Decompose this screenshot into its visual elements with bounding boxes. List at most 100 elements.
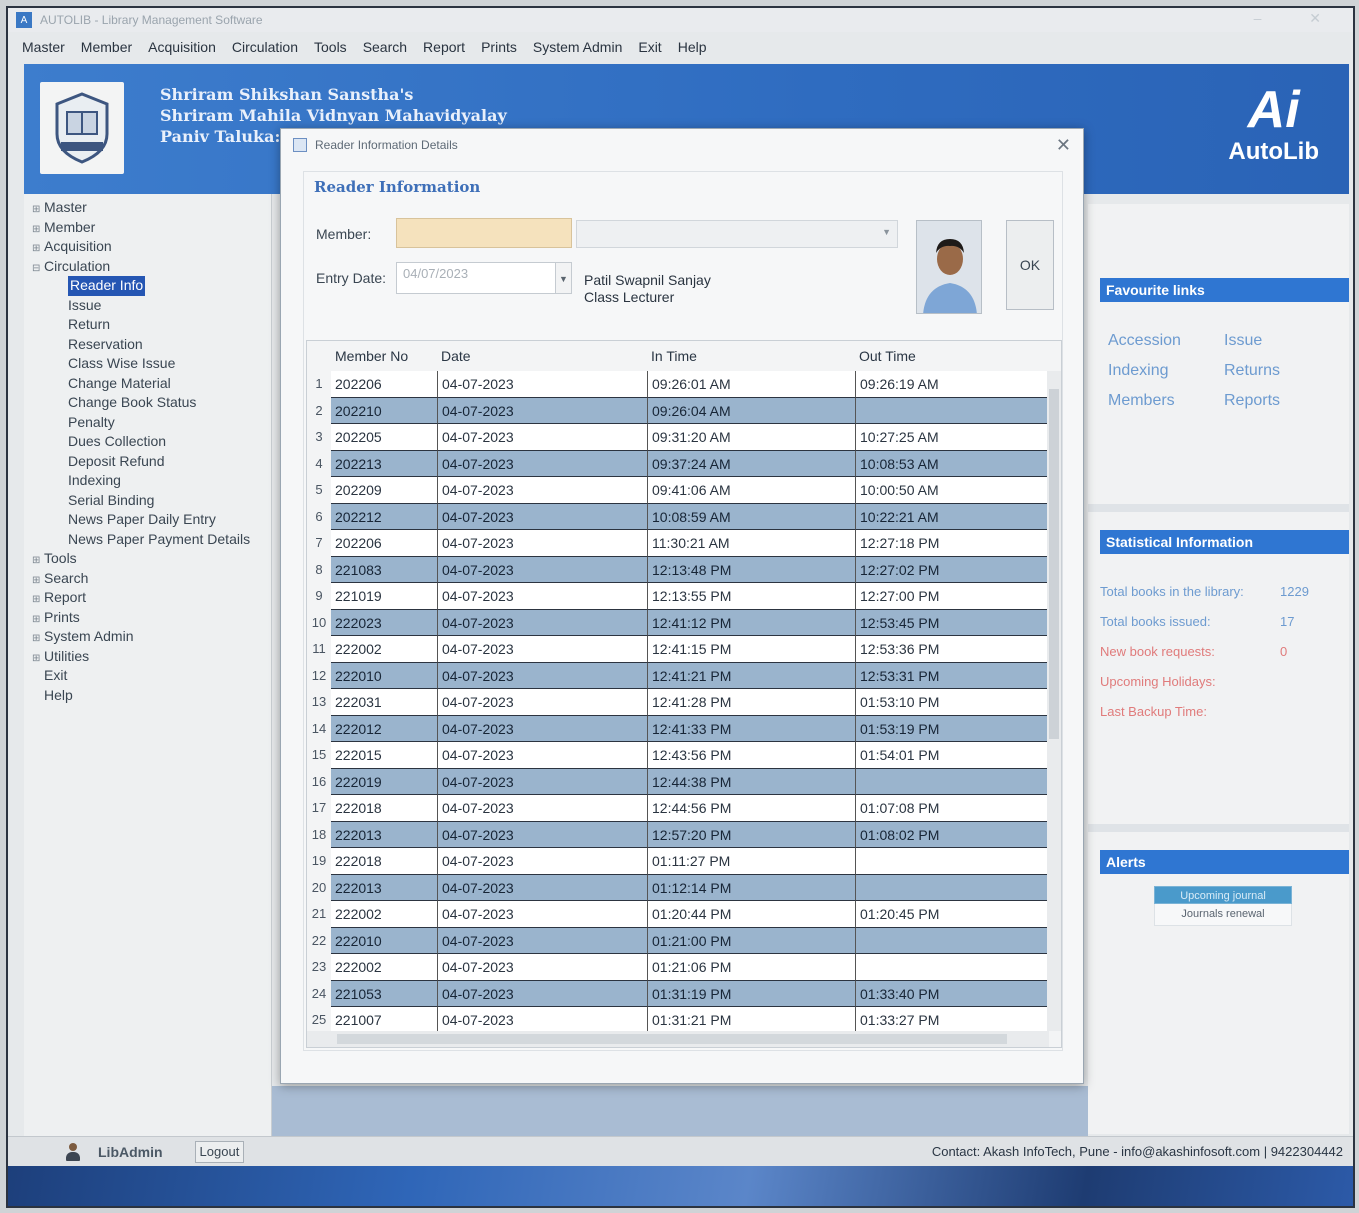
- sidebar-item-news-paper-daily-entry[interactable]: News Paper Daily Entry: [32, 510, 271, 530]
- menu-help[interactable]: Help: [678, 39, 707, 55]
- expand-icon[interactable]: ⊞: [32, 239, 44, 259]
- entry-date-field[interactable]: 04/07/2023: [396, 262, 556, 294]
- menu-report[interactable]: Report: [423, 39, 465, 55]
- table-row[interactable]: 22 222010 04-07-2023 01:21:00 PM: [307, 927, 1047, 954]
- sidebar-item-system-admin[interactable]: ⊞ System Admin: [32, 627, 271, 647]
- table-row[interactable]: 5 202209 04-07-2023 09:41:06 AM 10:00:50 AM: [307, 477, 1047, 504]
- sidebar-item-acquisition[interactable]: ⊞ Acquisition: [32, 237, 271, 257]
- menu-exit[interactable]: Exit: [638, 39, 661, 55]
- table-row[interactable]: 1 202206 04-07-2023 09:26:01 AM 09:26:19 AM: [307, 371, 1047, 398]
- window-controls[interactable]: – ✕: [1254, 10, 1343, 27]
- table-row[interactable]: 20 222013 04-07-2023 01:12:14 PM: [307, 874, 1047, 901]
- table-row[interactable]: 24 221053 04-07-2023 01:31:19 PM 01:33:40 PM: [307, 980, 1047, 1007]
- sidebar-item-member[interactable]: ⊞ Member: [32, 218, 271, 238]
- sidebar-item-label: Prints: [44, 608, 80, 625]
- table-row[interactable]: 15 222015 04-07-2023 12:43:56 PM 01:54:01 PM: [307, 742, 1047, 769]
- horizontal-scrollbar[interactable]: [307, 1031, 1049, 1047]
- table-row[interactable]: 7 202206 04-07-2023 11:30:21 AM 12:27:18 PM: [307, 530, 1047, 557]
- sidebar-item-dues-collection[interactable]: Dues Collection: [32, 432, 271, 452]
- column-header-in-time[interactable]: In Time: [647, 348, 855, 364]
- sidebar-item-class-wise-issue[interactable]: Class Wise Issue: [32, 354, 271, 374]
- column-header-out-time[interactable]: Out Time: [855, 348, 1047, 364]
- expand-icon[interactable]: ⊞: [32, 590, 44, 610]
- table-row[interactable]: 2 202210 04-07-2023 09:26:04 AM: [307, 397, 1047, 424]
- table-row[interactable]: 8 221083 04-07-2023 12:13:48 PM 12:27:02 PM: [307, 556, 1047, 583]
- table-row[interactable]: 4 202213 04-07-2023 09:37:24 AM 10:08:53 AM: [307, 450, 1047, 477]
- sidebar-item-change-book-status[interactable]: Change Book Status: [32, 393, 271, 413]
- table-row[interactable]: 23 222002 04-07-2023 01:21:06 PM: [307, 954, 1047, 981]
- table-row[interactable]: 19 222018 04-07-2023 01:11:27 PM: [307, 848, 1047, 875]
- favourite-link-indexing[interactable]: Indexing: [1108, 362, 1224, 380]
- table-row[interactable]: 25 221007 04-07-2023 01:31:21 PM 01:33:27 PM: [307, 1007, 1047, 1034]
- menu-circulation[interactable]: Circulation: [232, 39, 298, 55]
- sidebar-item-utilities[interactable]: ⊞ Utilities: [32, 647, 271, 667]
- sidebar-item-issue[interactable]: Issue: [32, 296, 271, 316]
- menu-prints[interactable]: Prints: [481, 39, 517, 55]
- table-row[interactable]: 9 221019 04-07-2023 12:13:55 PM 12:27:00 PM: [307, 583, 1047, 610]
- menu-search[interactable]: Search: [363, 39, 407, 55]
- calendar-dropdown-icon[interactable]: ▼: [556, 262, 572, 294]
- table-row[interactable]: 11 222002 04-07-2023 12:41:15 PM 12:53:36 PM: [307, 636, 1047, 663]
- table-row[interactable]: 13 222031 04-07-2023 12:41:28 PM 01:53:10 PM: [307, 689, 1047, 716]
- member-no-cell: 222012: [331, 715, 437, 742]
- expand-icon[interactable]: ⊞: [32, 200, 44, 220]
- menu-acquisition[interactable]: Acquisition: [148, 39, 216, 55]
- sidebar-item-indexing[interactable]: Indexing: [32, 471, 271, 491]
- sidebar-item-tools[interactable]: ⊞ Tools: [32, 549, 271, 569]
- sidebar-item-return[interactable]: Return: [32, 315, 271, 335]
- sidebar-item-report[interactable]: ⊞ Report: [32, 588, 271, 608]
- sidebar-item-prints[interactable]: ⊞ Prints: [32, 608, 271, 628]
- column-header-member-no[interactable]: Member No: [331, 348, 437, 364]
- sidebar-item-master[interactable]: ⊞ Master: [32, 198, 271, 218]
- sidebar-item-change-material[interactable]: Change Material: [32, 374, 271, 394]
- navigation-tree: ⊞ Master ⊞ Member ⊞ Acquisition ⊟ Circulation Re…: [24, 194, 271, 705]
- favourite-link-reports[interactable]: Reports: [1224, 392, 1324, 410]
- in-time-cell: 01:31:19 PM: [647, 980, 855, 1007]
- sidebar-item-reader-info[interactable]: Reader Info: [32, 276, 271, 296]
- column-header-date[interactable]: Date: [437, 348, 647, 364]
- member-no-cell: 221007: [331, 1007, 437, 1034]
- expand-icon[interactable]: ⊞: [32, 649, 44, 669]
- table-row[interactable]: 18 222013 04-07-2023 12:57:20 PM 01:08:02 PM: [307, 821, 1047, 848]
- sidebar-item-help[interactable]: Help: [32, 686, 271, 706]
- member-input[interactable]: [396, 218, 572, 248]
- sidebar-item-serial-binding[interactable]: Serial Binding: [32, 491, 271, 511]
- favourite-link-returns[interactable]: Returns: [1224, 362, 1324, 380]
- table-row[interactable]: 10 222023 04-07-2023 12:41:12 PM 12:53:45 PM: [307, 609, 1047, 636]
- table-row[interactable]: 16 222019 04-07-2023 12:44:38 PM: [307, 768, 1047, 795]
- menu-member[interactable]: Member: [81, 39, 132, 55]
- sidebar-item-deposit-refund[interactable]: Deposit Refund: [32, 452, 271, 472]
- favourite-link-accession[interactable]: Accession: [1108, 332, 1224, 350]
- in-time-cell: 11:30:21 AM: [647, 530, 855, 557]
- table-row[interactable]: 3 202205 04-07-2023 09:31:20 AM 10:27:25 AM: [307, 424, 1047, 451]
- logout-button[interactable]: Logout: [194, 1140, 245, 1163]
- member-dropdown[interactable]: ▼: [576, 220, 898, 248]
- expand-icon[interactable]: ⊞: [32, 629, 44, 649]
- sidebar-item-circulation[interactable]: ⊟ Circulation: [32, 257, 271, 277]
- alert-tab-upcoming-journal[interactable]: Upcoming journal: [1154, 886, 1292, 904]
- table-row[interactable]: 12 222010 04-07-2023 12:41:21 PM 12:53:31 PM: [307, 662, 1047, 689]
- table-row[interactable]: 17 222018 04-07-2023 12:44:56 PM 01:07:08 PM: [307, 795, 1047, 822]
- sidebar-item-news-paper-payment-details[interactable]: News Paper Payment Details: [32, 530, 271, 550]
- menu-tools[interactable]: Tools: [314, 39, 347, 55]
- vertical-scrollbar[interactable]: [1047, 371, 1061, 1031]
- sidebar-item-exit[interactable]: Exit: [32, 666, 271, 686]
- sidebar-item-search[interactable]: ⊞ Search: [32, 569, 271, 589]
- table-row[interactable]: 6 202212 04-07-2023 10:08:59 AM 10:22:21 AM: [307, 503, 1047, 530]
- ok-button[interactable]: OK: [1006, 220, 1054, 310]
- date-cell: 04-07-2023: [437, 768, 647, 795]
- close-icon[interactable]: ✕: [1056, 135, 1071, 156]
- table-row[interactable]: 21 222002 04-07-2023 01:20:44 PM 01:20:45 PM: [307, 901, 1047, 928]
- scroll-thumb[interactable]: [1049, 389, 1059, 739]
- scroll-thumb[interactable]: [337, 1034, 1007, 1044]
- sidebar-item-reservation[interactable]: Reservation: [32, 335, 271, 355]
- favourite-link-members[interactable]: Members: [1108, 392, 1224, 410]
- sidebar-item-penalty[interactable]: Penalty: [32, 413, 271, 433]
- table-row[interactable]: 14 222012 04-07-2023 12:41:33 PM 01:53:19 PM: [307, 715, 1047, 742]
- expand-icon[interactable]: ⊞: [32, 551, 44, 571]
- menu-master[interactable]: Master: [22, 39, 65, 55]
- collapse-icon[interactable]: ⊟: [32, 259, 44, 279]
- menu-system-admin[interactable]: System Admin: [533, 39, 622, 55]
- member-no-cell: 221053: [331, 980, 437, 1007]
- favourite-link-issue[interactable]: Issue: [1224, 332, 1324, 350]
